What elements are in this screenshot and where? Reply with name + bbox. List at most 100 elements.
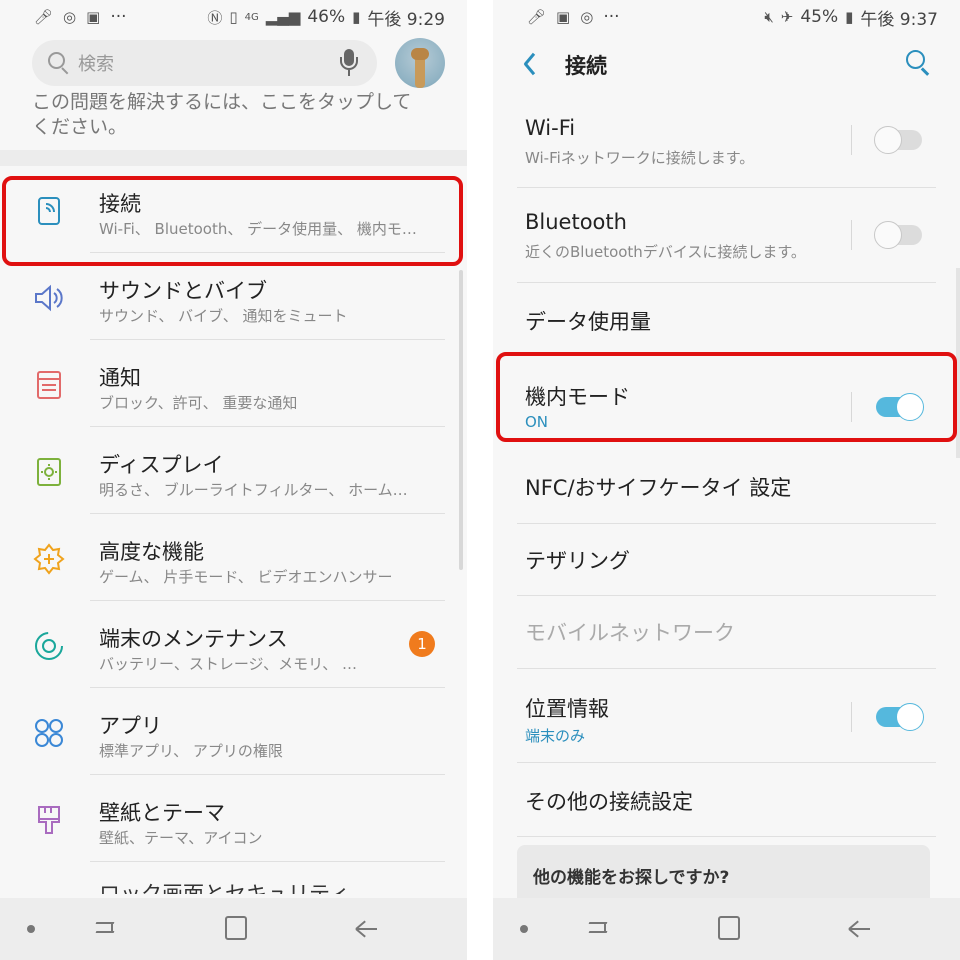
battery-percent: 45% — [800, 7, 839, 27]
setting-title: モバイルネットワーク — [525, 621, 735, 645]
recent-apps-icon[interactable] — [585, 917, 611, 941]
back-icon[interactable] — [847, 918, 871, 938]
back-button[interactable] — [519, 50, 543, 78]
more-icon: ··· — [603, 7, 620, 27]
notification-badge: 1 — [409, 631, 435, 657]
setting-mobile-network: モバイルネットワーク — [493, 596, 960, 669]
setting-title: テザリング — [525, 549, 630, 573]
menu-item-title: 端末のメンテナンス — [99, 627, 288, 651]
advanced-features-icon — [33, 543, 65, 575]
menu-item-device-maintenance[interactable]: 端末のメンテナンスバッテリー、ストレージ、メモリ、 … 1 — [0, 601, 467, 688]
4g-icon: 4G — [244, 11, 259, 23]
section-gap — [0, 150, 467, 166]
bluetooth-toggle[interactable] — [874, 221, 924, 249]
menu-item-partial[interactable]: ロック画面とセキュリティ — [99, 880, 350, 894]
apps-icon — [35, 719, 63, 747]
setting-title: NFC/おサイフケータイ 設定 — [525, 476, 792, 500]
app-bar: 接続 — [493, 34, 960, 94]
recent-apps-icon[interactable] — [92, 917, 118, 941]
menu-item-subtitle: サウンド、 バイブ、 通知をミュート — [99, 307, 348, 325]
search-input[interactable]: 検索 — [32, 40, 377, 86]
menu-item-subtitle: ブロック、許可、 重要な通知 — [99, 394, 298, 412]
navigation-bar — [493, 898, 960, 960]
back-icon[interactable] — [354, 918, 378, 938]
scrollbar[interactable] — [459, 270, 463, 570]
menu-item-subtitle: 標準アプリ、 アプリの権限 — [99, 742, 283, 760]
nav-dot-icon[interactable] — [520, 925, 528, 933]
setting-title: 位置情報 — [525, 697, 609, 721]
airplane-icon: ✈ — [780, 8, 794, 26]
menu-item-wallpaper-themes[interactable]: 壁紙とテーマ壁紙、テーマ、アイコン — [0, 775, 467, 862]
image-icon: ▣ — [556, 8, 571, 26]
menu-item-title: ディスプレイ — [99, 453, 224, 477]
menu-item-title: 高度な機能 — [99, 540, 204, 564]
vibrate-icon: ▯ — [229, 8, 238, 26]
menu-item-notifications[interactable]: 通知 ブロック、許可、 重要な通知 — [0, 340, 467, 427]
setting-location[interactable]: 位置情報 端末のみ — [493, 669, 960, 763]
card-title: 他の機能をお探しですか? — [533, 868, 730, 888]
menu-item-display[interactable]: ディスプレイ明るさ、 ブルーライトフィルター、 ホーム… — [0, 427, 467, 514]
mic-icon[interactable] — [339, 49, 359, 77]
setting-tethering[interactable]: テザリング — [493, 524, 960, 596]
more-icon: ··· — [110, 7, 127, 27]
setting-title: その他の接続設定 — [525, 790, 693, 814]
looking-for-something-card: 他の機能をお探しですか? — [517, 845, 930, 905]
setting-subtitle: Wi-Fiネットワークに接続します。 — [525, 149, 755, 167]
avatar[interactable] — [395, 38, 445, 88]
menu-item-subtitle: バッテリー、ストレージ、メモリ、 … — [99, 655, 357, 673]
mute-icon: 🔇︎ — [764, 8, 774, 26]
nav-dot-icon[interactable] — [27, 925, 35, 933]
divider — [517, 836, 936, 837]
mic-icon: 🎤︎ — [527, 8, 547, 26]
search-icon — [48, 52, 70, 75]
image-icon: ▣ — [86, 8, 101, 26]
menu-item-subtitle: 明るさ、 ブルーライトフィルター、 ホーム… — [99, 481, 408, 499]
highlight-box-airplane-mode — [496, 352, 957, 442]
location-toggle[interactable] — [874, 703, 924, 731]
phone-left-settings: 🎤︎ ◎ ▣ ··· Ⓝ ▯ 4G ▂▄▆ 46% ▮ 午後 9:29 検索 こ… — [0, 0, 467, 960]
navigation-bar — [0, 898, 467, 960]
setting-data-usage[interactable]: データ使用量 — [493, 283, 960, 355]
menu-item-apps[interactable]: アプリ標準アプリ、 アプリの権限 — [0, 688, 467, 775]
setting-nfc[interactable]: NFC/おサイフケータイ 設定 — [493, 451, 960, 524]
notification-icon — [37, 371, 61, 399]
menu-item-title: 壁紙とテーマ — [99, 801, 225, 825]
setting-status: 端末のみ — [525, 727, 586, 745]
status-bar: 🎤︎ ▣ ◎ ··· 🔇︎ ✈ 45% ▮ 午後 9:37 — [493, 0, 960, 34]
search-row: 検索 — [32, 38, 445, 88]
setting-title: データ使用量 — [525, 310, 651, 334]
settings-menu-list: 接続 Wi-Fi、 Bluetooth、 データ使用量、 機内モ… サウンドとバイ… — [0, 166, 467, 862]
menu-item-advanced-features[interactable]: 高度な機能ゲーム、 片手モード、 ビデオエンハンサー — [0, 514, 467, 601]
divider — [90, 861, 445, 862]
wifi-toggle[interactable] — [874, 126, 924, 154]
status-bar: 🎤︎ ◎ ▣ ··· Ⓝ ▯ 4G ▂▄▆ 46% ▮ 午後 9:29 — [0, 0, 467, 34]
clock: 午後 9:37 — [860, 9, 938, 30]
theme-brush-icon — [38, 806, 60, 834]
setting-title: Wi-Fi — [525, 116, 576, 140]
speaker-icon — [35, 284, 63, 312]
clock: 午後 9:29 — [367, 9, 445, 30]
highlight-box-connections — [2, 176, 463, 266]
setting-wifi[interactable]: Wi-Fi Wi-Fiネットワークに接続します。 — [493, 94, 960, 188]
home-icon[interactable] — [225, 916, 247, 940]
separator — [851, 702, 852, 732]
battery-icon: ▮ — [845, 8, 854, 26]
menu-item-subtitle: 壁紙、テーマ、アイコン — [99, 829, 263, 847]
search-placeholder: 検索 — [78, 54, 114, 75]
maintenance-icon — [35, 632, 63, 660]
suggestion-banner[interactable]: この問題を解決するには、ここをタップしてください。 — [32, 90, 427, 140]
connections-settings-list: Wi-Fi Wi-Fiネットワークに接続します。 Bluetooth 近くのBl… — [493, 94, 960, 837]
phone-right-connections: 🎤︎ ▣ ◎ ··· 🔇︎ ✈ 45% ▮ 午後 9:37 接続 Wi-Fi W… — [493, 0, 960, 960]
signal-icon: ▂▄▆ — [265, 8, 301, 26]
battery-percent: 46% — [307, 7, 346, 27]
menu-item-title: サウンドとバイブ — [99, 279, 267, 303]
setting-subtitle: 近くのBluetoothデバイスに接続します。 — [525, 243, 806, 261]
setting-more-connection[interactable]: その他の接続設定 — [493, 763, 960, 837]
home-icon[interactable] — [718, 916, 740, 940]
data-saver-icon: ◎ — [580, 8, 594, 26]
setting-bluetooth[interactable]: Bluetooth 近くのBluetoothデバイスに接続します。 — [493, 188, 960, 283]
menu-item-sound[interactable]: サウンドとバイブサウンド、 バイブ、 通知をミュート — [0, 253, 467, 340]
search-button[interactable] — [906, 50, 932, 76]
menu-item-subtitle: ゲーム、 片手モード、 ビデオエンハンサー — [99, 568, 393, 586]
menu-item-title: アプリ — [99, 714, 162, 738]
